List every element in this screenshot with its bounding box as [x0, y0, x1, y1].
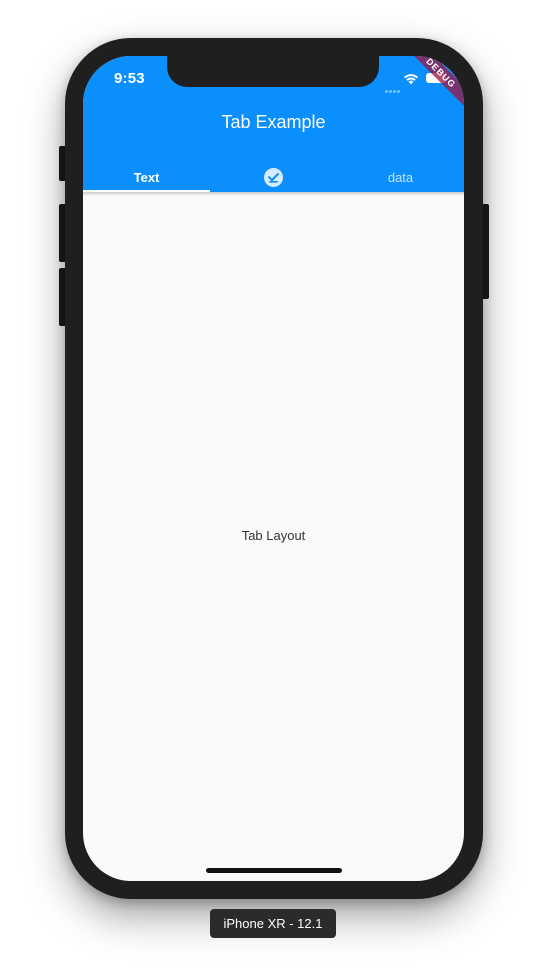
notch	[167, 56, 379, 87]
tab-data[interactable]: data	[337, 162, 464, 192]
check-circle-icon	[264, 167, 283, 187]
cellular-signal-icon	[385, 80, 402, 93]
app-bar-shadow	[83, 192, 464, 196]
phone-screen: 9:53 DEBUG Tab Example Text data Tab Lay…	[83, 56, 464, 881]
tab-text-label: Text	[133, 169, 160, 185]
app-bar: 9:53 DEBUG Tab Example Text data	[83, 56, 464, 192]
app-bar-title: Tab Example	[221, 112, 326, 132]
tab-text[interactable]: Text	[83, 162, 210, 192]
tab-content-text: Tab Layout	[241, 528, 306, 543]
tab-bar: Text data	[83, 162, 464, 192]
wifi-icon	[403, 72, 419, 85]
tab-data-label: data	[387, 169, 414, 185]
power-button	[482, 204, 489, 299]
simulator-stage: 9:53 DEBUG Tab Example Text data Tab Lay…	[0, 0, 547, 973]
status-time: 9:53	[114, 70, 145, 87]
tab-check[interactable]	[210, 162, 337, 192]
home-indicator[interactable]	[206, 868, 342, 873]
device-label: iPhone XR - 12.1	[210, 909, 336, 938]
